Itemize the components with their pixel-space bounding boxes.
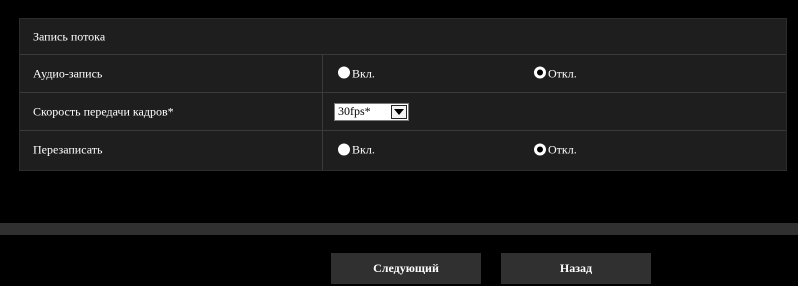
next-button[interactable]: Следующий [331,253,481,284]
dropdown-button[interactable] [391,104,407,119]
overwrite-on-option[interactable]: Вкл. [338,143,375,158]
overwrite-on-label: Вкл. [352,142,375,157]
section-header: Запись потока [20,19,786,55]
frame-rate-row: Скорость передачи кадров* 30fps* [20,93,786,131]
footer-divider [0,223,798,235]
audio-recording-label: Аудио-запись [33,66,103,80]
audio-recording-off-option[interactable]: Откл. [534,66,577,81]
stream-recording-panel: Запись потока Аудио-запись Вкл. Откл. Ск… [19,18,787,171]
back-button[interactable]: Назад [501,253,651,284]
overwrite-on-radio[interactable] [338,143,350,155]
audio-recording-off-radio[interactable] [534,66,546,79]
audio-recording-on-label: Вкл. [352,66,375,80]
overwrite-label: Перезаписать [33,142,103,157]
section-title: Запись потока [33,29,106,43]
overwrite-off-radio[interactable] [534,143,546,155]
audio-recording-off-label: Откл. [548,66,577,80]
audio-recording-on-option[interactable]: Вкл. [338,66,375,81]
overwrite-off-option[interactable]: Откл. [534,143,577,158]
audio-recording-row: Аудио-запись Вкл. Откл. [20,55,786,93]
frame-rate-value: 30fps* [338,104,371,118]
overwrite-row: Перезаписать Вкл. Откл. [20,131,786,169]
column-divider [322,55,323,170]
overwrite-off-label: Откл. [548,142,577,157]
audio-recording-on-radio[interactable] [338,66,350,79]
chevron-down-icon [394,108,404,115]
frame-rate-select[interactable]: 30fps* [334,102,409,121]
frame-rate-label: Скорость передачи кадров* [33,104,174,118]
